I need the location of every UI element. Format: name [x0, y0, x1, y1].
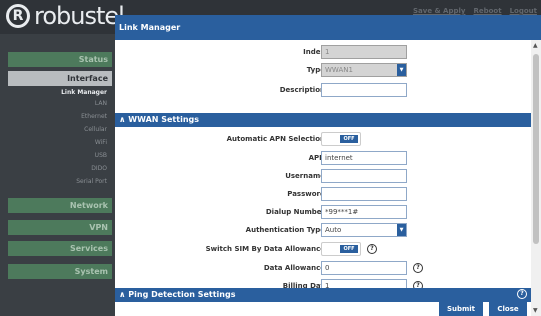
switch-sim-row: Switch SIM By Data Allowance OFF ? [115, 242, 531, 256]
question-circle-icon[interactable]: ? [517, 289, 527, 299]
toggle-state: OFF [340, 245, 358, 253]
password-label: Password [287, 190, 325, 198]
scroll-up-icon[interactable]: ▲ [533, 42, 538, 49]
switch-sim-label: Switch SIM By Data Allowance [205, 245, 325, 253]
subnav-usb[interactable]: USB [95, 152, 107, 159]
description-label: Description [279, 86, 325, 94]
auto-apn-label: Automatic APN Selection [226, 135, 325, 143]
sidebar-item-services[interactable]: Services [8, 241, 112, 256]
close-button[interactable]: Close [489, 302, 527, 316]
username-row: Username [115, 169, 531, 183]
subnav-ethernet[interactable]: Ethernet [81, 113, 107, 120]
type-value: WWAN1 [325, 66, 353, 74]
auto-apn-row: Automatic APN Selection OFF [115, 132, 531, 146]
subnav-lan[interactable]: LAN [95, 100, 107, 107]
switch-sim-toggle[interactable]: OFF [321, 242, 361, 256]
index-field: 1 [321, 45, 407, 59]
question-circle-icon[interactable]: ? [413, 263, 423, 273]
dialog-body: Index 1 Type WWAN1 ▼ Description ∧ WWAN … [115, 40, 531, 298]
question-circle-icon[interactable]: ? [367, 244, 377, 254]
auth-type-select[interactable]: Auto ▼ [321, 223, 407, 237]
password-row: Password [115, 187, 531, 201]
apn-input[interactable]: internet [321, 151, 407, 165]
description-input[interactable] [321, 83, 407, 97]
ping-detection-title: ∧ Ping Detection Settings [119, 290, 236, 299]
dialog-footer: Submit Close [115, 302, 531, 316]
link-manager-dialog: Link Manager Index 1 Type WWAN1 ▼ Descri… [115, 15, 541, 316]
type-select: WWAN1 ▼ [321, 63, 407, 77]
sidebar-item-network[interactable]: Network [8, 198, 112, 213]
username-label: Username [285, 172, 325, 180]
subnav-dido[interactable]: DIDO [91, 165, 107, 172]
username-input[interactable] [321, 169, 407, 183]
index-row: Index 1 [115, 45, 531, 59]
scroll-thumb[interactable] [533, 54, 539, 244]
apn-row: APN internet [115, 151, 531, 165]
sidebar-item-interface[interactable]: Interface [8, 71, 112, 86]
ping-detection-header[interactable]: ∧ Ping Detection Settings ? [115, 288, 531, 302]
scroll-down-icon[interactable]: ▼ [533, 307, 538, 314]
chevron-down-icon: ▼ [397, 64, 406, 76]
sidebar: Status Interface Link Manager LAN Ethern… [0, 34, 115, 316]
wwan-settings-header[interactable]: ∧ WWAN Settings [115, 113, 531, 127]
logo: R robustel [6, 2, 125, 30]
logout-link[interactable]: Logout [510, 7, 537, 15]
top-links: Save & Apply Reboot Logout [413, 7, 537, 15]
subnav-link-manager[interactable]: Link Manager [61, 89, 107, 96]
dialog-title: Link Manager [115, 15, 541, 40]
dialup-label: Dialup Number [265, 208, 325, 216]
toggle-state: OFF [340, 135, 358, 143]
password-input[interactable] [321, 187, 407, 201]
sidebar-item-status[interactable]: Status [8, 52, 112, 67]
dialup-input[interactable]: *99***1# [321, 205, 407, 219]
description-row: Description [115, 83, 531, 97]
auth-type-value: Auto [325, 226, 342, 234]
dialup-row: Dialup Number *99***1# [115, 205, 531, 219]
sidebar-item-vpn[interactable]: VPN [8, 220, 112, 235]
data-allowance-row: Data Allowance 0 ? [115, 261, 531, 275]
logo-mark-icon: R [6, 4, 30, 28]
auth-type-row: Authentication Type Auto ▼ [115, 223, 531, 237]
data-allowance-label: Data Allowance [263, 264, 325, 272]
data-allowance-input[interactable]: 0 [321, 261, 407, 275]
save-apply-link[interactable]: Save & Apply [413, 7, 465, 15]
reboot-link[interactable]: Reboot [473, 7, 501, 15]
type-row: Type WWAN1 ▼ [115, 63, 531, 77]
submit-button[interactable]: Submit [439, 302, 483, 316]
auth-type-label: Authentication Type [245, 226, 325, 234]
sidebar-item-system[interactable]: System [8, 264, 112, 279]
chevron-down-icon: ▼ [397, 224, 406, 236]
dialog-scrollbar[interactable]: ▲ ▼ [531, 40, 541, 316]
subnav-serial-port[interactable]: Serial Port [76, 178, 107, 185]
subnav-wifi[interactable]: WiFi [95, 139, 107, 146]
subnav-cellular[interactable]: Cellular [84, 126, 107, 133]
logo-text: robustel [34, 2, 125, 30]
auto-apn-toggle[interactable]: OFF [321, 132, 361, 146]
